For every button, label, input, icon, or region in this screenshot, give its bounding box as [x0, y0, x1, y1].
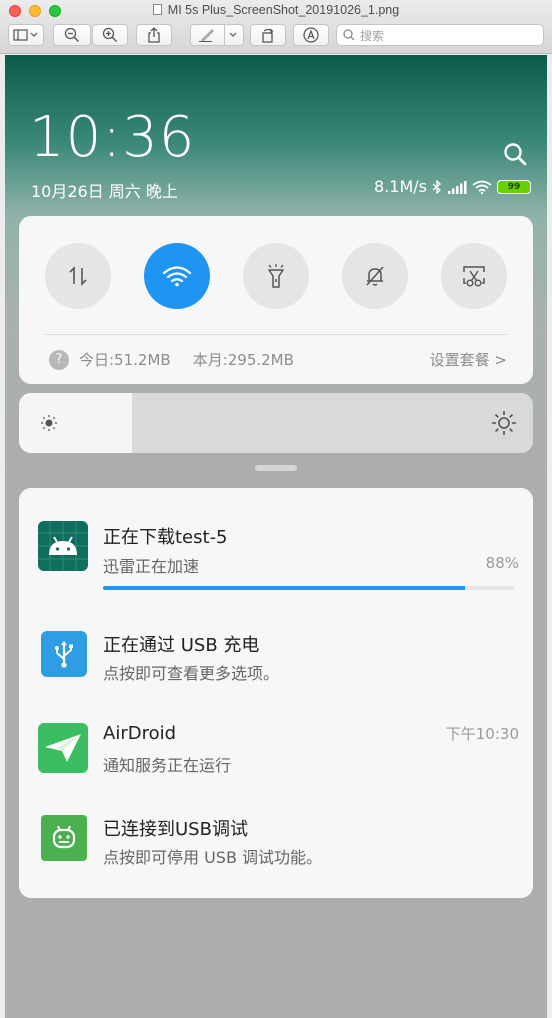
notification-download[interactable]: 正在下载test-5 迅雷正在加速 88%	[19, 521, 533, 601]
screenshot-toggle[interactable]	[441, 243, 507, 309]
wifi-icon	[162, 266, 192, 287]
sidebar-toggle-button[interactable]	[8, 24, 44, 46]
flashlight-toggle[interactable]	[243, 243, 309, 309]
wifi-toggle[interactable]	[144, 243, 210, 309]
search-icon[interactable]	[503, 142, 527, 166]
notification-text: 迅雷正在加速	[103, 557, 200, 576]
drag-handle[interactable]	[255, 465, 297, 471]
rotate-icon	[262, 28, 274, 43]
notification-title: 正在下载test-5	[103, 527, 228, 548]
notification-time: 下午10:30	[445, 725, 519, 743]
bell-off-icon	[366, 266, 384, 286]
data-arrows-icon	[69, 266, 87, 286]
phone-screen: 10:36 10月26日 周六 晚上 8.1M/s 99 ? 今日:51.2MB…	[5, 55, 547, 1018]
scissors-icon	[463, 266, 485, 287]
document-icon	[152, 4, 162, 15]
notification-text: 点按即可停用 USB 调试功能。	[103, 848, 323, 867]
notification-airdroid[interactable]: AirDroid 通知服务正在运行 下午10:30	[19, 721, 533, 781]
brightness-slider[interactable]	[19, 393, 533, 453]
download-progress-bar	[103, 586, 514, 590]
share-button[interactable]	[136, 24, 172, 46]
zoom-out-icon	[64, 27, 80, 43]
zoom-in-icon	[102, 27, 118, 43]
search-icon	[343, 29, 355, 41]
brightness-high-icon	[492, 411, 516, 435]
window-title: MI 5s Plus_ScreenShot_20191026_1.png	[0, 3, 552, 17]
mute-toggle[interactable]	[342, 243, 408, 309]
data-usage-row: ? 今日:51.2MB 本月:295.2MB 设置套餐 >	[49, 349, 507, 370]
wifi-status-icon	[472, 180, 492, 194]
notification-usb-debugging[interactable]: 已连接到USB调试 点按即可停用 USB 调试功能。	[19, 813, 533, 873]
pen-icon	[198, 29, 214, 42]
divider	[45, 334, 507, 335]
sidebar-icon	[13, 29, 38, 41]
rotate-button[interactable]	[250, 24, 286, 46]
date-text: 10月26日 周六 晚上	[31, 182, 178, 201]
download-progress-fill	[103, 586, 465, 590]
signal-icon	[448, 180, 467, 194]
usb-icon	[41, 631, 87, 677]
markup-circle-icon	[303, 27, 319, 43]
markup-button[interactable]	[190, 24, 244, 46]
android-debug-icon	[41, 815, 87, 861]
data-today: 今日:51.2MB	[79, 351, 171, 369]
window-titlebar: MI 5s Plus_ScreenShot_20191026_1.png 搜索	[0, 0, 552, 54]
set-plan-link[interactable]: 设置套餐 >	[430, 349, 507, 370]
search-field[interactable]: 搜索	[336, 24, 544, 46]
status-icons: 8.1M/s 99	[374, 177, 531, 196]
bluetooth-icon	[432, 179, 441, 194]
quick-settings-panel: ? 今日:51.2MB 本月:295.2MB 设置套餐 >	[19, 216, 533, 384]
data-month: 本月:295.2MB	[192, 351, 294, 369]
android-icon	[38, 521, 88, 571]
download-percent: 88%	[485, 554, 519, 572]
brightness-low-icon	[41, 415, 57, 431]
share-icon	[148, 27, 160, 43]
annotate-button[interactable]	[293, 24, 329, 46]
brightness-level-fill	[19, 393, 133, 453]
notification-list: 正在下载test-5 迅雷正在加速 88% 正在通过 USB 充电 点按即可查看…	[19, 488, 533, 898]
network-speed: 8.1M/s	[374, 177, 427, 196]
notification-title: 已连接到USB调试	[103, 819, 248, 840]
mobile-data-toggle[interactable]	[45, 243, 111, 309]
zoom-out-button[interactable]	[53, 24, 91, 46]
clock: 10:36	[29, 105, 196, 170]
airdroid-icon	[38, 723, 88, 773]
notification-title: AirDroid	[103, 723, 177, 744]
flashlight-icon	[268, 264, 284, 288]
zoom-in-button[interactable]	[92, 24, 128, 46]
chevron-down-icon	[229, 32, 236, 37]
notification-text: 点按即可查看更多选项。	[103, 664, 280, 683]
notification-usb-charging[interactable]: 正在通过 USB 充电 点按即可查看更多选项。	[19, 629, 533, 689]
notification-text: 通知服务正在运行	[103, 756, 232, 775]
battery-indicator: 99	[497, 179, 531, 194]
search-placeholder: 搜索	[360, 28, 385, 43]
notification-title: 正在通过 USB 充电	[103, 635, 260, 656]
help-icon[interactable]: ?	[49, 349, 69, 370]
